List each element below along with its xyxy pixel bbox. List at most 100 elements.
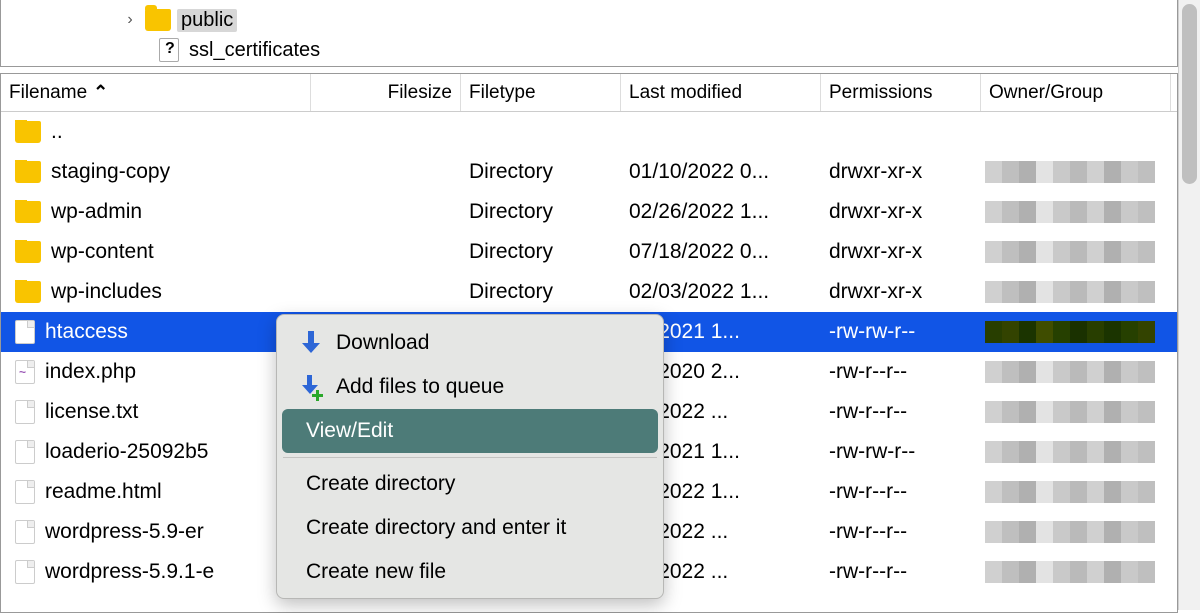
redacted-owner (985, 481, 1155, 503)
redacted-owner (985, 401, 1155, 423)
cell-owner (981, 241, 1171, 263)
file-name-label: loaderio-25092b5 (45, 440, 208, 464)
cell-owner (981, 441, 1171, 463)
file-name-label: index.php (45, 360, 136, 384)
sort-ascending-icon: ⌃ (93, 82, 108, 103)
menu-item-create-directory-enter[interactable]: Create directory and enter it (282, 506, 658, 550)
cell-permissions: -rw-rw-r-- (821, 440, 981, 464)
cell-permissions: -rw-r--r-- (821, 400, 981, 424)
cell-owner (981, 321, 1171, 343)
php-file-icon (15, 360, 35, 384)
directory-tree-pane: › public ssl_certificates (0, 0, 1178, 67)
file-name-label: staging-copy (51, 160, 170, 184)
add-to-queue-icon (300, 375, 322, 399)
redacted-owner (985, 521, 1155, 543)
file-name-label: .. (51, 120, 63, 144)
cell-filetype: Directory (461, 200, 621, 224)
cell-permissions: -rw-r--r-- (821, 480, 981, 504)
folder-icon (15, 121, 41, 143)
menu-item-create-file[interactable]: Create new file (282, 550, 658, 594)
cell-filename: wp-includes (1, 280, 311, 304)
download-icon (300, 331, 322, 355)
menu-item-view-edit[interactable]: View/Edit (282, 409, 658, 453)
cell-owner (981, 561, 1171, 583)
cell-owner (981, 481, 1171, 503)
cell-filename: loaderio-25092b5 (1, 440, 311, 464)
redacted-owner (985, 321, 1155, 343)
file-name-label: wordpress-5.9.1-e (45, 560, 214, 584)
redacted-owner (985, 361, 1155, 383)
column-header-label: Filesize (388, 82, 452, 104)
tree-item-public[interactable]: › public (121, 5, 1177, 35)
redacted-owner (985, 161, 1155, 183)
column-header-owner[interactable]: Owner/Group (981, 74, 1171, 111)
column-header-label: Filename (9, 82, 87, 104)
menu-item-create-directory[interactable]: Create directory (282, 462, 658, 506)
table-row[interactable]: wp-contentDirectory07/18/2022 0...drwxr-… (1, 232, 1177, 272)
column-header-permissions[interactable]: Permissions (821, 74, 981, 111)
cell-filename: wp-admin (1, 200, 311, 224)
cell-filename: staging-copy (1, 160, 311, 184)
folder-icon (15, 201, 41, 223)
cell-modified: 01/10/2022 0... (621, 160, 821, 184)
column-header-modified[interactable]: Last modified (621, 74, 821, 111)
table-row[interactable]: staging-copyDirectory01/10/2022 0...drwx… (1, 152, 1177, 192)
context-menu: Download Add files to queue View/Edit Cr… (276, 314, 664, 599)
cell-owner (981, 201, 1171, 223)
cell-permissions: drwxr-xr-x (821, 200, 981, 224)
table-row[interactable]: .. (1, 112, 1177, 152)
folder-icon (145, 9, 171, 31)
column-header-label: Last modified (629, 82, 742, 104)
cell-filename: index.php (1, 360, 311, 384)
file-name-label: wp-content (51, 240, 154, 264)
cell-owner (981, 281, 1171, 303)
cell-permissions: -rw-r--r-- (821, 560, 981, 584)
menu-item-label: View/Edit (306, 419, 393, 443)
folder-icon (15, 281, 41, 303)
file-icon (15, 400, 35, 424)
cell-filename: .. (1, 120, 311, 144)
table-row[interactable]: wp-includesDirectory02/03/2022 1...drwxr… (1, 272, 1177, 312)
menu-item-add-queue[interactable]: Add files to queue (282, 365, 658, 409)
redacted-owner (985, 281, 1155, 303)
column-header-label: Filetype (469, 82, 536, 104)
table-row[interactable]: wp-adminDirectory02/26/2022 1...drwxr-xr… (1, 192, 1177, 232)
cell-filename: license.txt (1, 400, 311, 424)
menu-separator (283, 457, 657, 458)
cell-permissions: -rw-rw-r-- (821, 320, 981, 344)
file-name-label: readme.html (45, 480, 162, 504)
file-icon (15, 560, 35, 584)
column-header-filesize[interactable]: Filesize (311, 74, 461, 111)
cell-owner (981, 521, 1171, 543)
file-icon (15, 320, 35, 344)
tree-item-label: ssl_certificates (185, 39, 324, 62)
file-name-label: htaccess (45, 320, 128, 344)
redacted-owner (985, 241, 1155, 263)
cell-filename: htaccess (1, 320, 311, 344)
column-header-filetype[interactable]: Filetype (461, 74, 621, 111)
column-header-filename[interactable]: Filename ⌃ (1, 74, 311, 111)
cell-owner (981, 161, 1171, 183)
file-icon (15, 480, 35, 504)
file-name-label: wordpress-5.9-er (45, 520, 204, 544)
cell-owner (981, 401, 1171, 423)
file-name-label: license.txt (45, 400, 138, 424)
tree-item-ssl-certificates[interactable]: ssl_certificates (121, 35, 1177, 65)
redacted-owner (985, 441, 1155, 463)
cell-permissions: -rw-r--r-- (821, 520, 981, 544)
cell-filename: wordpress-5.9.1-e (1, 560, 311, 584)
file-name-label: wp-includes (51, 280, 162, 304)
menu-item-label: Download (336, 331, 429, 355)
cell-filetype: Directory (461, 160, 621, 184)
page-scrollbar[interactable] (1178, 0, 1200, 610)
cell-modified: 07/18/2022 0... (621, 240, 821, 264)
chevron-right-icon[interactable]: › (121, 11, 139, 29)
column-header-label: Owner/Group (989, 82, 1103, 104)
column-header-row: Filename ⌃ Filesize Filetype Last modifi… (1, 74, 1177, 112)
page-scrollbar-thumb[interactable] (1182, 4, 1197, 184)
menu-item-download[interactable]: Download (282, 321, 658, 365)
cell-filename: readme.html (1, 480, 311, 504)
cell-filename: wp-content (1, 240, 311, 264)
cell-owner (981, 361, 1171, 383)
folder-icon (15, 241, 41, 263)
